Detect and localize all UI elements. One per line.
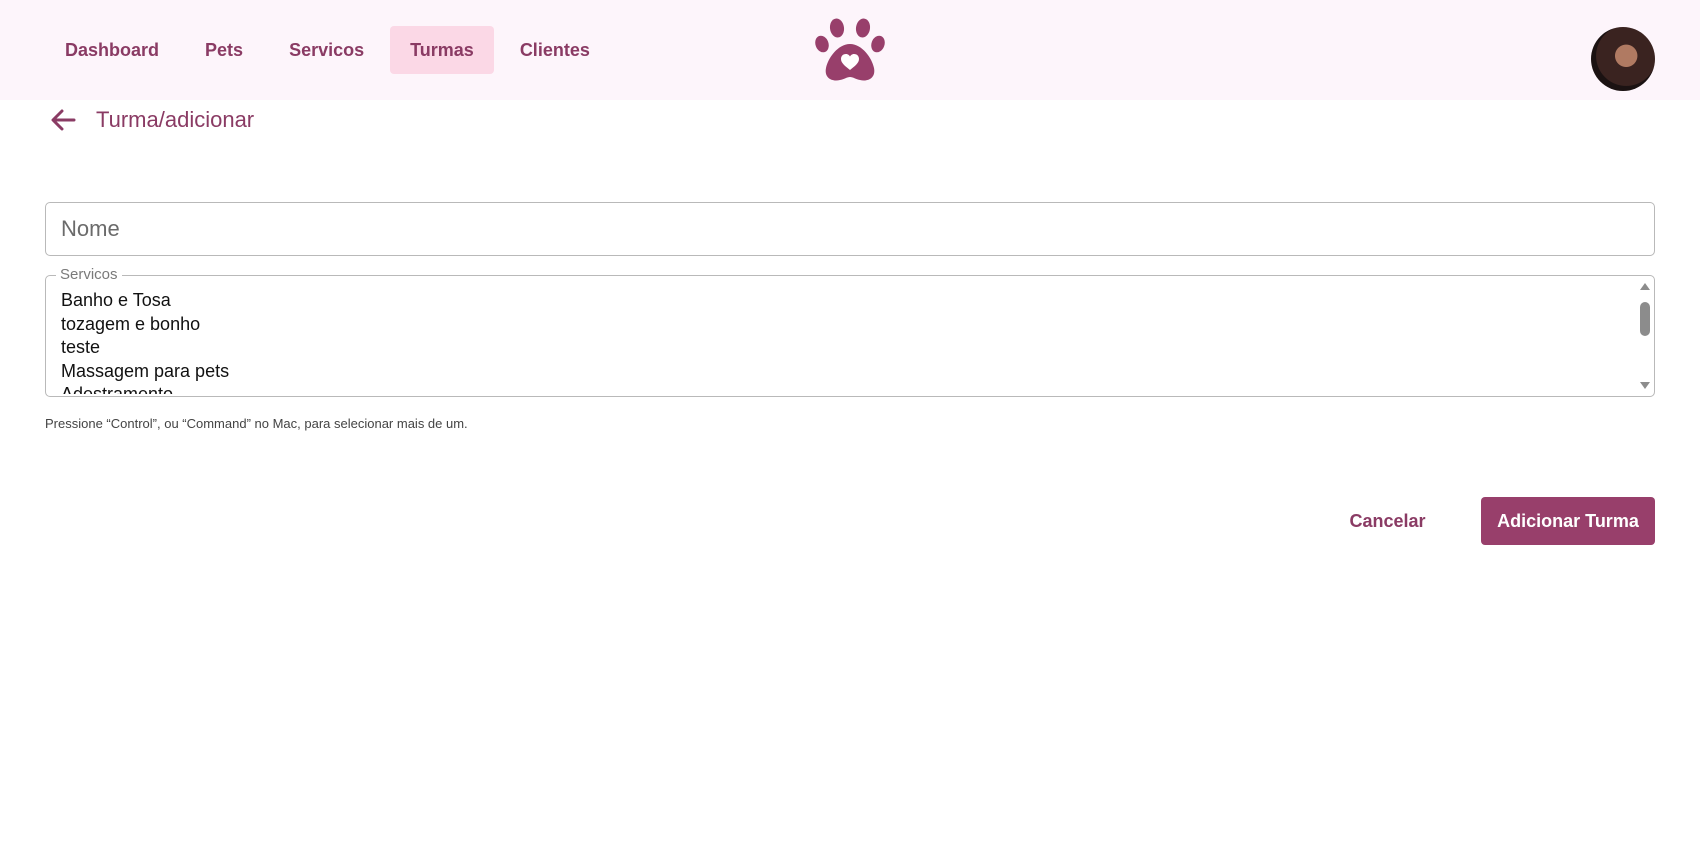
paw-heart-icon[interactable] [814,14,886,86]
nav-item-clientes[interactable]: Clientes [500,26,610,74]
main-nav: Dashboard Pets Servicos Turmas Clientes [45,26,616,74]
scroll-down-arrow-icon[interactable] [1640,382,1650,389]
nav-item-servicos[interactable]: Servicos [269,26,384,74]
service-option[interactable]: teste [61,336,1634,360]
scroll-thumb[interactable] [1640,302,1650,336]
service-option[interactable]: Massagem para pets [61,360,1634,384]
service-option[interactable]: Banho e Tosa [61,289,1634,313]
page-title: Turma/adicionar [96,107,255,132]
top-navigation-bar: Dashboard Pets Servicos Turmas Clientes [0,0,1700,100]
services-options[interactable]: Banho e Tosa tozagem e bonho teste Massa… [61,289,1634,394]
breadcrumb: Turma/adicionar [48,104,254,136]
nav-item-pets[interactable]: Pets [185,26,263,74]
user-avatar[interactable] [1591,27,1655,91]
service-option[interactable]: tozagem e bonho [61,313,1634,337]
scroll-up-arrow-icon[interactable] [1640,283,1650,290]
cancel-button[interactable]: Cancelar [1330,497,1445,545]
nav-item-dashboard[interactable]: Dashboard [45,26,179,74]
name-input[interactable] [46,203,1654,255]
arrow-left-icon[interactable] [48,105,78,135]
name-field [45,202,1655,256]
nav-item-turmas[interactable]: Turmas [390,26,494,74]
add-turma-button[interactable]: Adicionar Turma [1481,497,1655,545]
services-scrollbar[interactable] [1637,280,1653,392]
services-multiselect[interactable]: Servicos Banho e Tosa tozagem e bonho te… [45,266,1655,397]
help-text: Pressione “Control”, ou “Command” no Mac… [45,416,468,431]
service-option[interactable]: Adestramento [61,383,1634,394]
services-label: Servicos [56,266,122,284]
